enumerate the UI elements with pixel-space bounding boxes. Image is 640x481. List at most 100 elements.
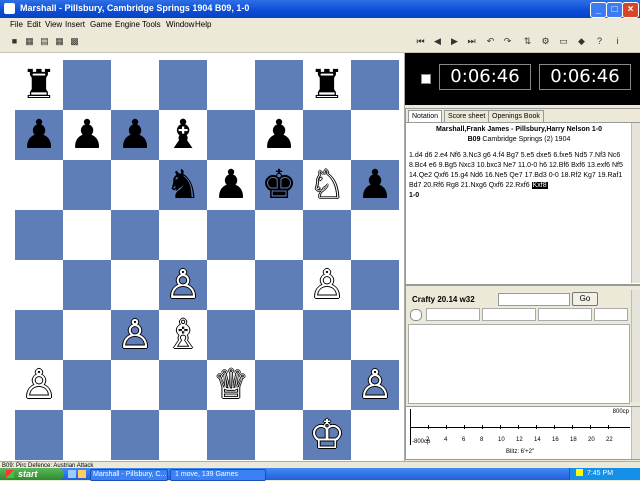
- prev-move-icon[interactable]: ◀: [432, 36, 443, 47]
- engine-toggle-icon[interactable]: [410, 309, 422, 321]
- flip-board-icon[interactable]: ⇅: [522, 36, 533, 47]
- tab-notation[interactable]: Notation: [408, 110, 443, 122]
- square-f5[interactable]: [255, 210, 303, 260]
- engine-input[interactable]: [498, 293, 570, 306]
- square-c2[interactable]: [111, 360, 159, 410]
- square-g3[interactable]: [303, 310, 351, 360]
- next-move-icon[interactable]: ▶: [449, 36, 460, 47]
- square-b8[interactable]: [63, 60, 111, 110]
- square-f1[interactable]: [255, 410, 303, 460]
- square-d1[interactable]: [159, 410, 207, 460]
- piece-d3[interactable]: ♗: [159, 310, 207, 360]
- square-a6[interactable]: [15, 160, 63, 210]
- piece-f7[interactable]: ♟: [255, 110, 303, 160]
- piece-g6[interactable]: ♘: [303, 160, 351, 210]
- menu-view[interactable]: View: [45, 20, 62, 29]
- tab-openings-book[interactable]: Openings Book: [488, 110, 544, 122]
- piece-e6[interactable]: ♟: [207, 160, 255, 210]
- square-h3[interactable]: [351, 310, 399, 360]
- minimize-button[interactable]: _: [590, 2, 607, 18]
- help-icon[interactable]: ?: [594, 36, 605, 47]
- piece-c7[interactable]: ♟: [111, 110, 159, 160]
- show-desktop-icon[interactable]: [68, 470, 76, 478]
- maximize-button[interactable]: □: [606, 2, 623, 18]
- square-d8[interactable]: [159, 60, 207, 110]
- square-c4[interactable]: [111, 260, 159, 310]
- square-a4[interactable]: [15, 260, 63, 310]
- square-e8[interactable]: [207, 60, 255, 110]
- square-b6[interactable]: [63, 160, 111, 210]
- square-d2[interactable]: [159, 360, 207, 410]
- piece-c3[interactable]: ♙: [111, 310, 159, 360]
- clock-checkbox[interactable]: [421, 74, 431, 84]
- square-g5[interactable]: [303, 210, 351, 260]
- menu-engine[interactable]: Engine: [115, 20, 140, 29]
- go-button[interactable]: Go: [572, 292, 598, 306]
- square-h8[interactable]: [351, 60, 399, 110]
- piece-h6[interactable]: ♟: [351, 160, 399, 210]
- save-icon[interactable]: ■: [9, 36, 20, 47]
- menu-tools[interactable]: Tools: [142, 20, 161, 29]
- last-move-icon[interactable]: ⏭: [466, 36, 477, 47]
- square-g2[interactable]: [303, 360, 351, 410]
- square-g7[interactable]: [303, 110, 351, 160]
- square-e4[interactable]: [207, 260, 255, 310]
- piece-b7[interactable]: ♟: [63, 110, 111, 160]
- redo-icon[interactable]: ↷: [502, 36, 513, 47]
- piece-f6[interactable]: ♚: [255, 160, 303, 210]
- piece-g8[interactable]: ♜: [303, 60, 351, 110]
- square-c6[interactable]: [111, 160, 159, 210]
- square-b1[interactable]: [63, 410, 111, 460]
- square-h7[interactable]: [351, 110, 399, 160]
- analysis-icon[interactable]: ▩: [69, 36, 80, 47]
- piece-g1[interactable]: ♔: [303, 410, 351, 460]
- quicklaunch-icon[interactable]: [78, 470, 86, 478]
- engine-icon[interactable]: ⚙: [540, 36, 551, 47]
- first-move-icon[interactable]: ⏮: [415, 36, 426, 47]
- board-setup-icon[interactable]: ▦: [24, 36, 35, 47]
- square-h5[interactable]: [351, 210, 399, 260]
- square-e5[interactable]: [207, 210, 255, 260]
- chess-board[interactable]: ♜ ♜ ♟ ♟ ♟ ♝ ♟ ♞ ♟ ♚ ♘ ♟ ♙ ♙ ♙ ♗ ♙ ♕ ♙ ♔: [15, 60, 399, 460]
- square-e3[interactable]: [207, 310, 255, 360]
- database-icon[interactable]: ▤: [39, 36, 50, 47]
- menu-help[interactable]: Help: [195, 20, 211, 29]
- task-chessbase[interactable]: Marshall - Pillsbury, C...: [90, 469, 168, 481]
- task-database[interactable]: 1 move, 139 Games: [170, 469, 266, 481]
- piece-a2[interactable]: ♙: [15, 360, 63, 410]
- square-f4[interactable]: [255, 260, 303, 310]
- square-b3[interactable]: [63, 310, 111, 360]
- piece-g4[interactable]: ♙: [303, 260, 351, 310]
- close-button[interactable]: ×: [622, 2, 639, 18]
- current-move[interactable]: Kxf8: [531, 182, 548, 189]
- square-f8[interactable]: [255, 60, 303, 110]
- piece-d4[interactable]: ♙: [159, 260, 207, 310]
- menu-window[interactable]: Window: [166, 20, 194, 29]
- square-c5[interactable]: [111, 210, 159, 260]
- start-button[interactable]: start: [0, 468, 64, 480]
- menu-insert[interactable]: Insert: [65, 20, 85, 29]
- notation-scrollbar[interactable]: [631, 123, 640, 283]
- piece-h2[interactable]: ♙: [351, 360, 399, 410]
- piece-e2[interactable]: ♕: [207, 360, 255, 410]
- square-h1[interactable]: [351, 410, 399, 460]
- square-a1[interactable]: [15, 410, 63, 460]
- square-b4[interactable]: [63, 260, 111, 310]
- menu-edit[interactable]: Edit: [27, 20, 41, 29]
- square-a5[interactable]: [15, 210, 63, 260]
- board-icon[interactable]: ▦: [54, 36, 65, 47]
- square-a3[interactable]: [15, 310, 63, 360]
- square-h4[interactable]: [351, 260, 399, 310]
- info-icon[interactable]: i: [612, 36, 623, 47]
- square-c8[interactable]: [111, 60, 159, 110]
- square-b5[interactable]: [63, 210, 111, 260]
- square-f2[interactable]: [255, 360, 303, 410]
- square-b2[interactable]: [63, 360, 111, 410]
- piece-d6[interactable]: ♞: [159, 160, 207, 210]
- square-c1[interactable]: [111, 410, 159, 460]
- square-e1[interactable]: [207, 410, 255, 460]
- print-icon[interactable]: ▭: [558, 36, 569, 47]
- square-d5[interactable]: [159, 210, 207, 260]
- square-f3[interactable]: [255, 310, 303, 360]
- tray-icon[interactable]: [576, 469, 583, 476]
